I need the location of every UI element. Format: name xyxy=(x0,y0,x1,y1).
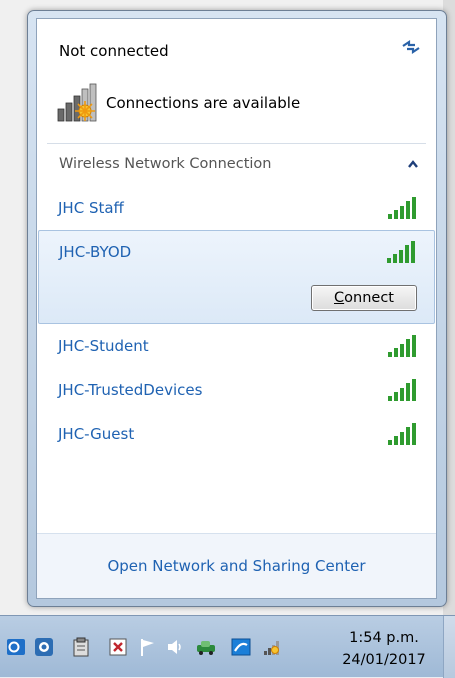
flyout-footer: Open Network and Sharing Center xyxy=(37,533,436,598)
network-item-jhc-trusteddevices[interactable]: JHC-TrustedDevices xyxy=(37,368,436,412)
network-name: JHC-TrustedDevices xyxy=(58,381,203,399)
network-warning-icon[interactable] xyxy=(262,637,282,657)
connect-label: onnect xyxy=(344,290,394,306)
network-item-jhc-byod[interactable]: JHC-BYOD Connect xyxy=(38,230,435,324)
availability-status-text: Connections are available xyxy=(106,94,301,112)
network-name: JHC Staff xyxy=(58,199,124,217)
photo-icon[interactable] xyxy=(34,637,54,657)
signal-strength-icon xyxy=(388,423,416,445)
network-list: JHC Staff JHC-BYOD Connect JHC-Student J… xyxy=(37,186,436,456)
signal-bars-warning-icon xyxy=(57,83,97,122)
taskbar-clock[interactable]: 1:54 p.m. 24/01/2017 xyxy=(334,627,434,671)
network-name: JHC-BYOD xyxy=(59,243,132,261)
flag-icon[interactable] xyxy=(138,637,158,657)
clock-time: 1:54 p.m. xyxy=(349,630,419,646)
network-flyout: Not connected Connections are available … xyxy=(36,18,437,599)
close-icon[interactable] xyxy=(108,637,128,657)
wireless-section-label: Wireless Network Connection xyxy=(59,156,272,172)
car-icon[interactable] xyxy=(196,637,216,657)
chevron-up-icon[interactable] xyxy=(406,158,420,170)
network-name: JHC-Student xyxy=(58,337,149,355)
network-share-icon[interactable] xyxy=(231,637,251,657)
signal-strength-icon xyxy=(388,379,416,401)
open-network-sharing-center-link[interactable]: Open Network and Sharing Center xyxy=(107,557,365,575)
clock-date: 24/01/2017 xyxy=(342,652,426,668)
clipboard-icon[interactable] xyxy=(71,637,91,657)
network-item-jhc-staff[interactable]: JHC Staff xyxy=(37,186,436,230)
connect-accelerator: C xyxy=(334,290,345,306)
outlook-icon[interactable] xyxy=(6,637,26,657)
signal-strength-icon xyxy=(387,241,415,263)
network-item-jhc-guest[interactable]: JHC-Guest xyxy=(37,412,436,456)
show-desktop-button[interactable] xyxy=(443,616,455,678)
speaker-icon[interactable] xyxy=(165,637,185,657)
signal-strength-icon xyxy=(388,335,416,357)
divider xyxy=(47,143,426,144)
availability-status: Connections are available xyxy=(56,83,300,123)
network-name: JHC-Guest xyxy=(58,425,135,443)
connection-status-title: Not connected xyxy=(59,42,169,60)
connect-button[interactable]: Connect xyxy=(311,285,417,311)
taskbar: 1:54 p.m. 24/01/2017 xyxy=(0,615,455,678)
refresh-icon[interactable] xyxy=(400,37,422,57)
network-item-jhc-student[interactable]: JHC-Student xyxy=(37,324,436,368)
wireless-section-header[interactable]: Wireless Network Connection xyxy=(37,146,436,182)
signal-strength-icon xyxy=(388,197,416,219)
